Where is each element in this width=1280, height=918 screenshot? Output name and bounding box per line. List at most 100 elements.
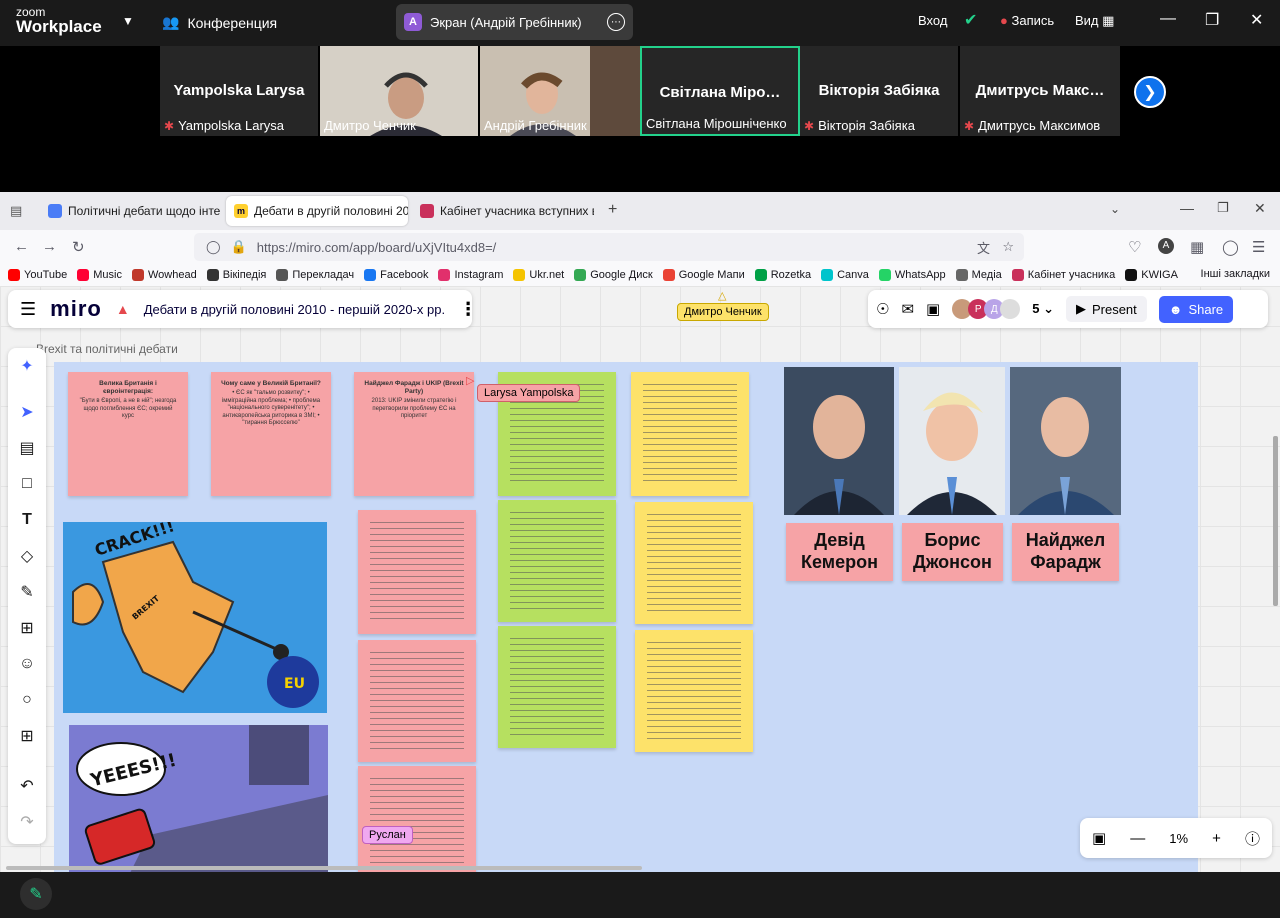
board-title[interactable]: Дебати в другій половині 2010 - першій 2… — [144, 302, 445, 317]
undo-icon[interactable]: ↶ — [8, 772, 46, 800]
horizontal-scrollbar[interactable] — [6, 866, 642, 870]
reactions-icon[interactable]: ☉ — [876, 300, 889, 318]
sticky-note[interactable] — [358, 640, 476, 762]
sticky-note[interactable] — [631, 372, 749, 496]
pocket-icon[interactable]: ♡ — [1128, 238, 1141, 256]
name-card[interactable]: Борис Джонсон — [902, 523, 1003, 581]
bookmark-item[interactable]: Ukr.net — [513, 269, 564, 281]
pen-tool-icon[interactable]: ✎ — [8, 578, 46, 606]
video-call-icon[interactable]: ▣ — [926, 300, 940, 318]
templates-icon[interactable]: ▤ — [8, 434, 46, 462]
tab-cabinet[interactable]: Кабінет учасника вступних ви ✕ — [412, 196, 594, 226]
comment-icon[interactable]: ○ — [8, 686, 46, 714]
participant-tile[interactable]: Дмитро Ченчик — [320, 46, 478, 136]
brexit-cartoon-image[interactable]: CRACK!!! BREXIT EU — [63, 522, 327, 713]
name-card[interactable]: Девід Кемерон — [786, 523, 893, 581]
participant-tile[interactable]: Yampolska Larysa ✱ Yampolska Larysa — [160, 46, 318, 136]
chevron-down-icon[interactable]: ▼ — [122, 14, 134, 28]
sticky-note[interactable] — [498, 626, 616, 748]
conference-button[interactable]: 👥 Конференция — [162, 14, 277, 31]
record-button[interactable]: ● Запись — [1000, 13, 1054, 28]
sticky-note[interactable]: Велика Британія і євроінтеграція: "Бути … — [68, 372, 188, 496]
tab-list-icon[interactable]: ▤ — [10, 203, 22, 219]
sticky-note[interactable] — [498, 500, 616, 622]
annotate-pen-icon[interactable]: ✎ — [20, 878, 52, 910]
menu-icon[interactable]: ☰ — [1252, 238, 1265, 256]
zoom-level[interactable]: 1% — [1169, 831, 1188, 846]
restore-icon[interactable]: ❐ — [1205, 10, 1219, 30]
sticky-note[interactable] — [358, 510, 476, 634]
frame-tool-icon[interactable]: ⊞ — [8, 614, 46, 642]
close-icon[interactable]: ✕ — [1250, 10, 1263, 30]
avatar[interactable] — [1000, 299, 1021, 319]
bookmark-item[interactable]: Instagram — [438, 269, 503, 281]
other-bookmarks-folder[interactable]: Інші закладки — [1201, 268, 1270, 280]
brexit-bus-cartoon-image[interactable]: YEEES!!! — [69, 725, 328, 872]
bookmark-item[interactable]: YouTube — [8, 269, 67, 281]
shapes-icon[interactable]: ◇ — [8, 542, 46, 570]
collaborator-count[interactable]: 5 ⌄ — [1032, 301, 1054, 317]
bookmark-item[interactable]: Canva — [821, 269, 869, 281]
participant-tile[interactable]: Дмитрусь Макс… ✱ Дмитрусь Максимов — [960, 46, 1120, 136]
bookmark-item[interactable]: Facebook — [364, 269, 428, 281]
shield-extension-icon[interactable]: ◯ — [1222, 238, 1239, 256]
shield-check-icon[interactable]: ✔ — [964, 10, 977, 30]
bookmark-item[interactable]: Кабінет учасника — [1011, 269, 1115, 281]
reload-icon[interactable]: ↻ — [72, 238, 85, 256]
minimize-icon[interactable]: — — [1180, 200, 1194, 216]
more-options-icon[interactable]: ⋯ — [607, 13, 625, 31]
stickers-icon[interactable]: ☺ — [8, 650, 46, 678]
forward-icon[interactable]: → — [42, 238, 57, 255]
bookmark-item[interactable]: Вікіпедія — [206, 269, 266, 281]
extensions-icon[interactable]: ▦ — [1190, 238, 1204, 256]
minimize-icon[interactable]: — — [1160, 10, 1176, 28]
bookmark-item[interactable]: Медіа — [955, 269, 1002, 281]
johnson-photo[interactable] — [899, 367, 1005, 515]
vertical-scrollbar[interactable] — [1273, 436, 1278, 606]
text-tool-icon[interactable]: T — [8, 506, 46, 534]
farage-photo[interactable] — [1010, 367, 1121, 515]
chat-icon[interactable]: ✉ — [901, 300, 914, 318]
address-bar[interactable]: ◯ 🔒 https://miro.com/app/board/uXjVItu4x… — [194, 233, 1024, 261]
participant-tile-active[interactable]: Світлана Міро… Світлана Мірошніченко — [640, 46, 800, 136]
next-participants-button[interactable]: ❯ — [1134, 76, 1166, 108]
participant-tile[interactable]: Андрій Гребінник — [480, 46, 640, 136]
close-icon[interactable]: ✕ — [1254, 200, 1266, 217]
zoom-logo[interactable]: zoom Workplace — [16, 6, 102, 35]
tab-overflow-icon[interactable]: ⌄ — [1110, 202, 1120, 216]
bookmark-item[interactable]: Перекладач — [276, 269, 354, 281]
signin-button[interactable]: Вход — [918, 13, 947, 28]
cameron-photo[interactable] — [784, 367, 894, 515]
sticky-note[interactable] — [358, 766, 476, 872]
bookmark-item[interactable]: Wowhead — [131, 269, 197, 281]
new-tab-button[interactable]: + — [608, 201, 617, 219]
back-icon[interactable]: ← — [14, 238, 29, 255]
view-button[interactable]: Вид ▦ — [1075, 13, 1114, 29]
select-tool-icon[interactable]: ➤ — [8, 398, 46, 426]
hamburger-menu-icon[interactable]: ☰ — [20, 299, 36, 320]
bookmark-item[interactable]: Music — [77, 269, 122, 281]
participant-tile[interactable]: Вікторія Забіяка ✱ Вікторія Забіяка — [800, 46, 958, 136]
sticky-note[interactable] — [635, 630, 753, 752]
zoom-out-button[interactable]: — — [1130, 830, 1145, 847]
miro-logo[interactable]: miro — [50, 296, 102, 322]
bookmark-item[interactable]: KWIGA — [1125, 269, 1178, 281]
restore-icon[interactable]: ❐ — [1217, 200, 1229, 216]
sticky-note-icon[interactable]: □ — [8, 470, 46, 498]
bookmark-item[interactable]: Google Мапи — [662, 269, 745, 281]
help-icon[interactable]: ⓘ — [1245, 828, 1260, 849]
bookmark-item[interactable]: Rozetka — [754, 269, 811, 281]
more-tools-icon[interactable]: ⊞ — [8, 722, 46, 750]
sticky-note[interactable]: Чому саме у Великій Британії? • ЄС як "т… — [211, 372, 331, 496]
sticky-note[interactable]: Найджел Фарадж і UKIP (Brexit Party) 201… — [354, 372, 474, 496]
bookmark-item[interactable]: WhatsApp — [878, 269, 946, 281]
tab-miro-board[interactable]: m Дебати в другій половині 2010 ✕ — [226, 196, 408, 226]
ai-sparkle-icon[interactable]: ✦ — [8, 352, 46, 380]
redo-icon[interactable]: ↷ — [8, 808, 46, 836]
present-button[interactable]: ▶ Present — [1065, 296, 1147, 322]
name-card[interactable]: Найджел Фарадж — [1012, 523, 1119, 581]
bookmark-item[interactable]: Google Диск — [574, 269, 653, 281]
screen-share-indicator[interactable]: A Экран (Андрій Гребінник) ⋯ — [396, 4, 633, 40]
star-icon[interactable]: ☆ — [1002, 239, 1014, 255]
account-icon[interactable]: A — [1158, 238, 1174, 254]
